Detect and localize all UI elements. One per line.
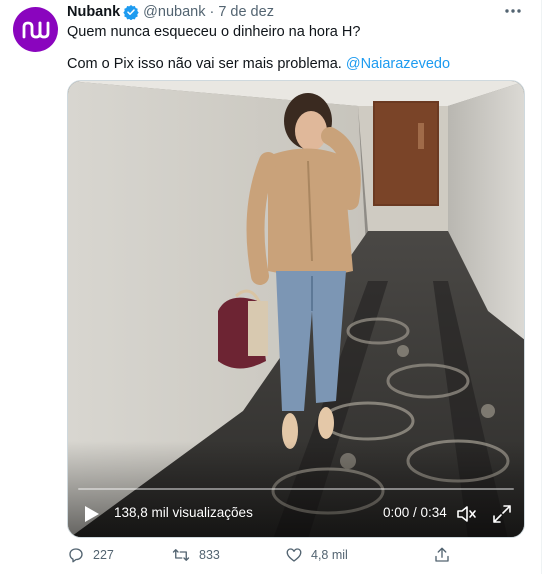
video-controls: 138,8 mil visualizações 0:00 / 0:34 — [68, 491, 524, 537]
tweet-text: Com o Pix isso não vai ser mais problema… — [67, 56, 342, 72]
like-icon — [286, 548, 302, 562]
retweet-button[interactable]: 833 — [171, 544, 220, 566]
video-player[interactable]: 138,8 mil visualizações 0:00 / 0:34 — [67, 80, 525, 538]
tweet[interactable]: Nubank @nubank · 7 de dez Quem nunca esq… — [0, 0, 542, 574]
tweet-text-line2: Com o Pix isso não vai ser mais problema… — [67, 55, 450, 74]
avatar[interactable] — [13, 7, 58, 52]
retweet-icon — [172, 549, 190, 561]
author-name[interactable]: Nubank — [67, 4, 120, 20]
video-progress-bar[interactable] — [78, 488, 514, 490]
like-button[interactable]: 4,8 mil — [285, 544, 348, 566]
share-button[interactable] — [433, 544, 459, 566]
reply-button[interactable]: 227 — [67, 544, 114, 566]
reply-count: 227 — [93, 548, 114, 562]
play-icon[interactable] — [82, 503, 102, 525]
tweet-actions: 227 833 4,8 mil — [67, 544, 467, 566]
verified-badge-icon — [123, 4, 139, 20]
tweet-header: Nubank @nubank · 7 de dez — [67, 2, 274, 22]
volume-icon[interactable] — [455, 503, 479, 525]
header-separator: · — [209, 4, 215, 20]
tweet-date[interactable]: 7 de dez — [218, 4, 274, 20]
like-count: 4,8 mil — [311, 548, 348, 562]
fullscreen-icon[interactable] — [491, 503, 513, 525]
more-icon[interactable] — [503, 3, 523, 19]
retweet-count: 833 — [199, 548, 220, 562]
video-time: 0:00 / 0:34 — [383, 505, 447, 520]
view-count: 138,8 mil visualizações — [114, 505, 253, 520]
nubank-logo — [22, 21, 49, 38]
reply-icon — [69, 548, 83, 563]
tweet-text-line1: Quem nunca esqueceu o dinheiro na hora H… — [67, 24, 361, 40]
mention-link[interactable]: @Naiarazevedo — [346, 56, 450, 72]
share-icon — [435, 547, 449, 562]
author-handle[interactable]: @nubank — [143, 4, 205, 20]
video-frame — [68, 81, 524, 537]
